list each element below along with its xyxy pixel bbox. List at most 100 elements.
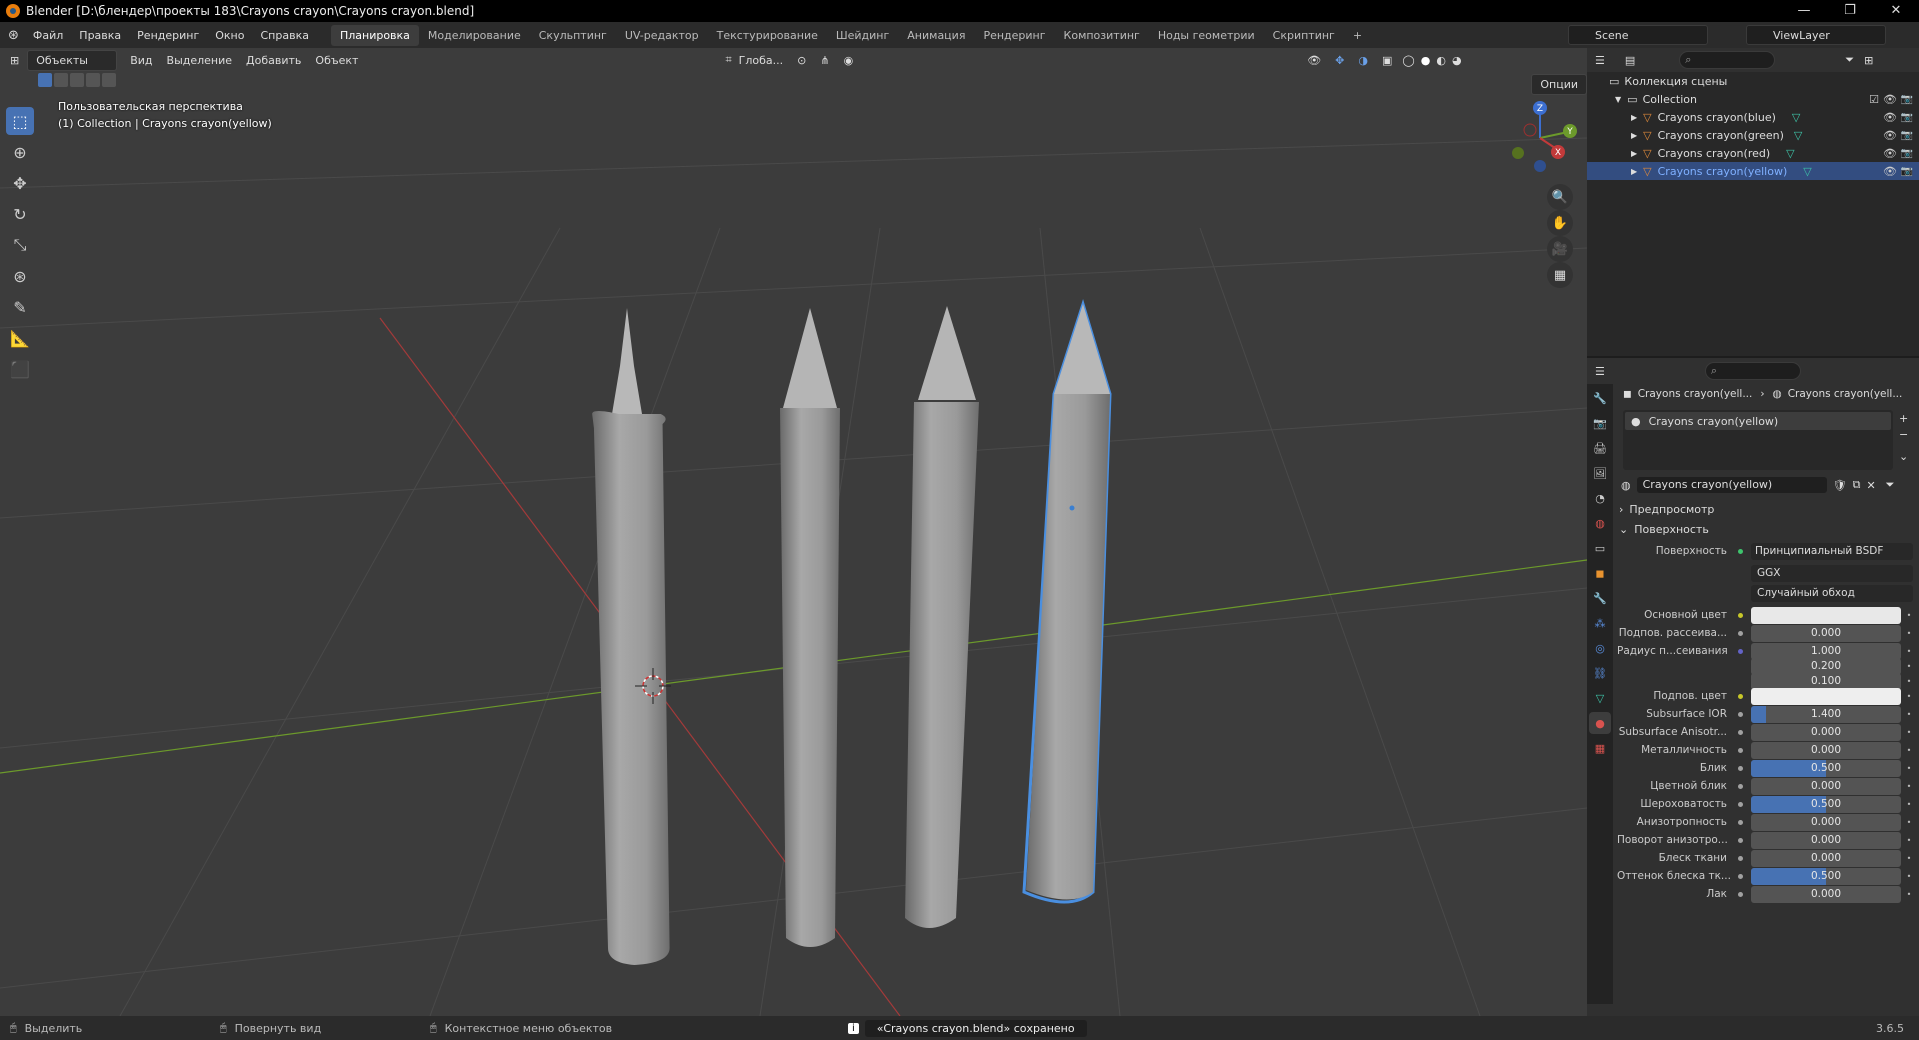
view-layer-tab-icon[interactable]: 🖼	[1589, 462, 1611, 484]
keyframe-dot-icon[interactable]: •	[1905, 782, 1913, 791]
socket-dot-icon[interactable]	[1735, 763, 1745, 773]
select-intersect-icon[interactable]	[102, 73, 116, 87]
outliner-item-selected[interactable]: ▶ ▽ Crayons crayon(yellow) ▽ 👁 📷	[1587, 162, 1919, 180]
perspective-toggle-icon[interactable]: ▦	[1547, 262, 1573, 288]
keyframe-dot-icon[interactable]: •	[1905, 836, 1913, 845]
tool-tab-icon[interactable]: 🔧	[1589, 387, 1611, 409]
menu-view[interactable]: Вид	[123, 54, 159, 67]
value-slider[interactable]: 0.000	[1751, 831, 1901, 849]
tab-rendering[interactable]: Рендеринг	[974, 25, 1054, 46]
navigation-gizmo[interactable]: Z Y X	[1500, 98, 1580, 178]
keyframe-dot-icon[interactable]: •	[1905, 890, 1913, 899]
view-layer-selector[interactable]: ViewLayer	[1746, 25, 1886, 45]
shading-material-icon[interactable]: ◐	[1433, 54, 1449, 67]
distribution-dropdown[interactable]: GGX	[1751, 564, 1913, 582]
socket-dot-icon[interactable]	[1735, 835, 1745, 845]
material-name-field[interactable]: Crayons crayon(yellow)	[1636, 477, 1827, 493]
filter-icon[interactable]: ⏷	[1845, 53, 1854, 67]
tab-animation[interactable]: Анимация	[898, 25, 974, 46]
remove-slot-icon[interactable]: −	[1899, 428, 1908, 441]
tab-geometry-nodes[interactable]: Ноды геометрии	[1149, 25, 1264, 46]
keyframe-dot-icon[interactable]: •	[1905, 728, 1913, 737]
add-workspace-button[interactable]: +	[1344, 25, 1371, 46]
socket-dot-icon[interactable]	[1735, 781, 1745, 791]
constraints-tab-icon[interactable]: ⛓	[1589, 662, 1611, 684]
slot-menu-chevron-icon[interactable]: ⌄	[1899, 450, 1908, 463]
keyframe-dot-icon[interactable]: •	[1905, 818, 1913, 827]
tab-shading[interactable]: Шейдинг	[827, 25, 898, 46]
camera-icon[interactable]: 📷	[1901, 166, 1913, 177]
panel-surface[interactable]: ⌄ Поверхность	[1619, 520, 1913, 538]
overlay-toggle-icon[interactable]: ◑	[1351, 54, 1375, 67]
expand-arrow-icon[interactable]: ▶	[1631, 167, 1637, 176]
color-swatch[interactable]	[1751, 687, 1901, 705]
expand-arrow-icon[interactable]: ▶	[1631, 131, 1637, 140]
modifier-tab-icon[interactable]: 🔧	[1589, 587, 1611, 609]
data-tab-icon[interactable]: ▽	[1589, 687, 1611, 709]
camera-icon[interactable]: 📷	[1901, 130, 1913, 141]
socket-dot-icon[interactable]	[1735, 610, 1745, 620]
socket-dot-icon[interactable]	[1735, 745, 1745, 755]
menu-edit[interactable]: Правка	[71, 29, 129, 42]
socket-dot-icon[interactable]	[1735, 709, 1745, 719]
select-box-tool-icon[interactable]: ⬚	[6, 107, 34, 135]
tab-uv-editing[interactable]: UV-редактор	[616, 25, 708, 46]
unlink-icon[interactable]: ✕	[1866, 479, 1875, 492]
menu-help[interactable]: Справка	[252, 29, 316, 42]
socket-dot-icon[interactable]	[1735, 628, 1745, 638]
checkbox-icon[interactable]: ☑	[1869, 93, 1879, 106]
socket-dot-icon[interactable]	[1735, 661, 1745, 671]
menu-add[interactable]: Добавить	[239, 54, 308, 67]
add-slot-icon[interactable]: +	[1899, 412, 1908, 425]
proportional-edit-icon[interactable]: ◉	[837, 54, 861, 67]
measure-tool-icon[interactable]: 📐	[6, 324, 34, 352]
socket-dot-icon[interactable]	[1735, 871, 1745, 881]
add-cube-tool-icon[interactable]: ⬛	[6, 355, 34, 383]
value-slider[interactable]: 0.000	[1751, 885, 1901, 903]
editor-type-icon[interactable]: ⊞	[0, 54, 27, 67]
new-collection-icon[interactable]: ⊞	[1864, 54, 1873, 67]
xray-icon[interactable]: ▣	[1375, 54, 1399, 67]
tab-layout[interactable]: Планировка	[330, 24, 419, 46]
shading-rendered-icon[interactable]: ◕	[1449, 54, 1465, 67]
material-tab-icon[interactable]: ●	[1589, 712, 1611, 734]
menu-file[interactable]: Файл	[25, 29, 71, 42]
value-slider[interactable]: 0.000	[1751, 723, 1901, 741]
expand-arrow-icon[interactable]: ▶	[1631, 149, 1637, 158]
move-tool-icon[interactable]: ✥	[6, 169, 34, 197]
keyframe-dot-icon[interactable]: •	[1905, 611, 1913, 620]
expand-arrow-icon[interactable]: ▼	[1615, 95, 1621, 104]
keyframe-dot-icon[interactable]: •	[1905, 872, 1913, 881]
object-tab-icon[interactable]: ◼	[1589, 562, 1611, 584]
outliner-item[interactable]: ▶ ▽ Crayons crayon(green) ▽ 👁 📷	[1587, 126, 1919, 144]
display-mode-icon[interactable]: ▤	[1625, 54, 1635, 67]
socket-dot-icon[interactable]	[1735, 727, 1745, 737]
scene-tab-icon[interactable]: ◔	[1589, 487, 1611, 509]
outliner-search-input[interactable]: ⌕	[1679, 51, 1776, 69]
tab-compositing[interactable]: Композитинг	[1055, 25, 1149, 46]
socket-dot-icon[interactable]	[1735, 817, 1745, 827]
eye-icon[interactable]: 👁	[1883, 93, 1897, 106]
socket-dot-icon[interactable]	[1735, 691, 1745, 701]
shading-wireframe-icon[interactable]: ◯	[1399, 54, 1417, 67]
outliner-item[interactable]: ▶ ▽ Crayons crayon(blue) ▽ 👁 📷	[1587, 108, 1919, 126]
keyframe-dot-icon[interactable]: •	[1905, 629, 1913, 638]
scale-tool-icon[interactable]: ⤡	[6, 231, 34, 259]
camera-icon[interactable]: 📷	[1901, 148, 1913, 159]
texture-tab-icon[interactable]: ▦	[1589, 737, 1611, 759]
keyframe-dot-icon[interactable]: •	[1905, 800, 1913, 809]
outliner-item[interactable]: ▶ ▽ Crayons crayon(red) ▽ 👁 📷	[1587, 144, 1919, 162]
outliner-editor-icon[interactable]: ☰	[1595, 54, 1605, 67]
maximize-button[interactable]: ❐	[1827, 0, 1873, 22]
camera-icon[interactable]: 📷	[1901, 94, 1913, 105]
duplicate-icon[interactable]: ⧉	[1853, 478, 1861, 492]
keyframe-dot-icon[interactable]: •	[1905, 677, 1913, 686]
select-invert-icon[interactable]	[86, 73, 100, 87]
value-slider[interactable]: 0.000	[1751, 849, 1901, 867]
eye-icon[interactable]: 👁	[1883, 165, 1897, 178]
material-slot-row[interactable]: ● Crayons crayon(yellow)	[1625, 412, 1891, 430]
socket-dot-icon[interactable]	[1735, 889, 1745, 899]
socket-dot-icon[interactable]	[1735, 676, 1745, 686]
value-slider[interactable]: 1.400	[1751, 705, 1901, 723]
close-button[interactable]: ✕	[1873, 0, 1919, 22]
